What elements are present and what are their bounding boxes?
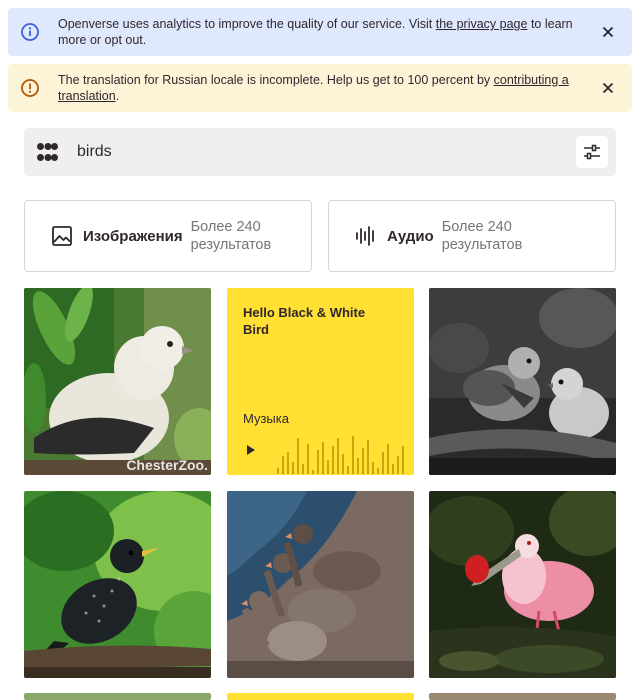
waveform-bar [392,464,394,474]
audio-result-row3[interactable] [227,693,414,700]
waveform-bar [377,468,379,474]
audio-waveform-icon [355,225,377,247]
image-result-spoonbill[interactable] [429,491,616,678]
search-input[interactable] [77,128,576,176]
close-icon [602,26,614,38]
info-icon [20,22,40,42]
waveform-bar [357,458,359,474]
close-icon [602,82,614,94]
waveform-bar [352,436,354,474]
analytics-banner-text: Openverse uses analytics to improve the … [58,17,573,47]
waveform-bar [317,450,319,474]
filters-button[interactable] [576,136,608,168]
waveform-bar [387,444,389,474]
image-result-sparrows-bw[interactable] [429,288,616,475]
audio-result-card[interactable]: Hello Black & White Bird Музыка [227,288,414,475]
audio-title: Hello Black & White Bird [243,305,366,337]
waveform-bar [397,456,399,474]
chesterzoo-watermark: ChesterZoo. [126,457,208,473]
play-button[interactable] [239,438,263,462]
waveform-bar [362,448,364,474]
spoonbill-photo [429,491,616,678]
image-result-starling[interactable] [24,491,211,678]
audio-genre: Музыка [243,411,289,426]
analytics-banner: Openverse uses analytics to improve the … [8,8,632,56]
image-result-geese[interactable] [227,491,414,678]
waveform-bar [367,440,369,474]
filter-sliders-icon [584,144,600,160]
images-results-link[interactable]: Изображения Более 240 результатов [24,200,312,272]
photo-partial [24,693,211,700]
sparrows-photo [429,288,616,475]
waveform-bar [347,466,349,474]
waveform-bar [302,464,304,474]
waveform-bar [372,462,374,474]
translation-banner-text: The translation for Russian locale is in… [58,73,569,103]
search-bar [24,128,616,176]
audio-count: Более 240 результатов [441,219,523,253]
waveform-bar [282,456,284,474]
waveform-bar [332,446,334,474]
openverse-logo-icon[interactable] [24,128,72,176]
starling-photo [24,491,211,678]
white-pigeon-photo: ChesterZoo. [24,288,211,475]
image-result-white-pigeon[interactable]: ChesterZoo. [24,288,211,475]
waveform-bar [382,452,384,474]
images-count: Более 240 результатов [190,219,272,253]
translation-banner: The translation for Russian locale is in… [8,64,632,112]
privacy-page-link[interactable]: the privacy page [436,17,528,31]
waveform-bar [337,438,339,474]
image-result-row3-3[interactable] [429,693,616,700]
close-analytics-banner-button[interactable] [596,20,620,44]
waveform-bar [292,462,294,474]
waveform-bar [287,452,289,474]
image-result-row3-1[interactable] [24,693,211,700]
image-icon [51,225,73,247]
waveform-bar [277,468,279,474]
waveform-bar [322,442,324,474]
waveform-bar [312,470,314,474]
close-translation-banner-button[interactable] [596,76,620,100]
waveform-bar [342,454,344,474]
warning-icon [20,78,40,98]
audio-waveform [277,436,404,474]
waveform-bar [327,460,329,474]
audio-results-link[interactable]: Аудио Более 240 результатов [328,200,616,272]
play-icon [247,445,255,455]
geese-photo [227,491,414,678]
images-label: Изображения [83,227,183,245]
waveform-bar [297,438,299,474]
audio-label: Аудио [387,227,434,245]
waveform-bar [307,444,309,474]
waveform-bar [402,446,404,474]
photo-partial [429,693,616,700]
